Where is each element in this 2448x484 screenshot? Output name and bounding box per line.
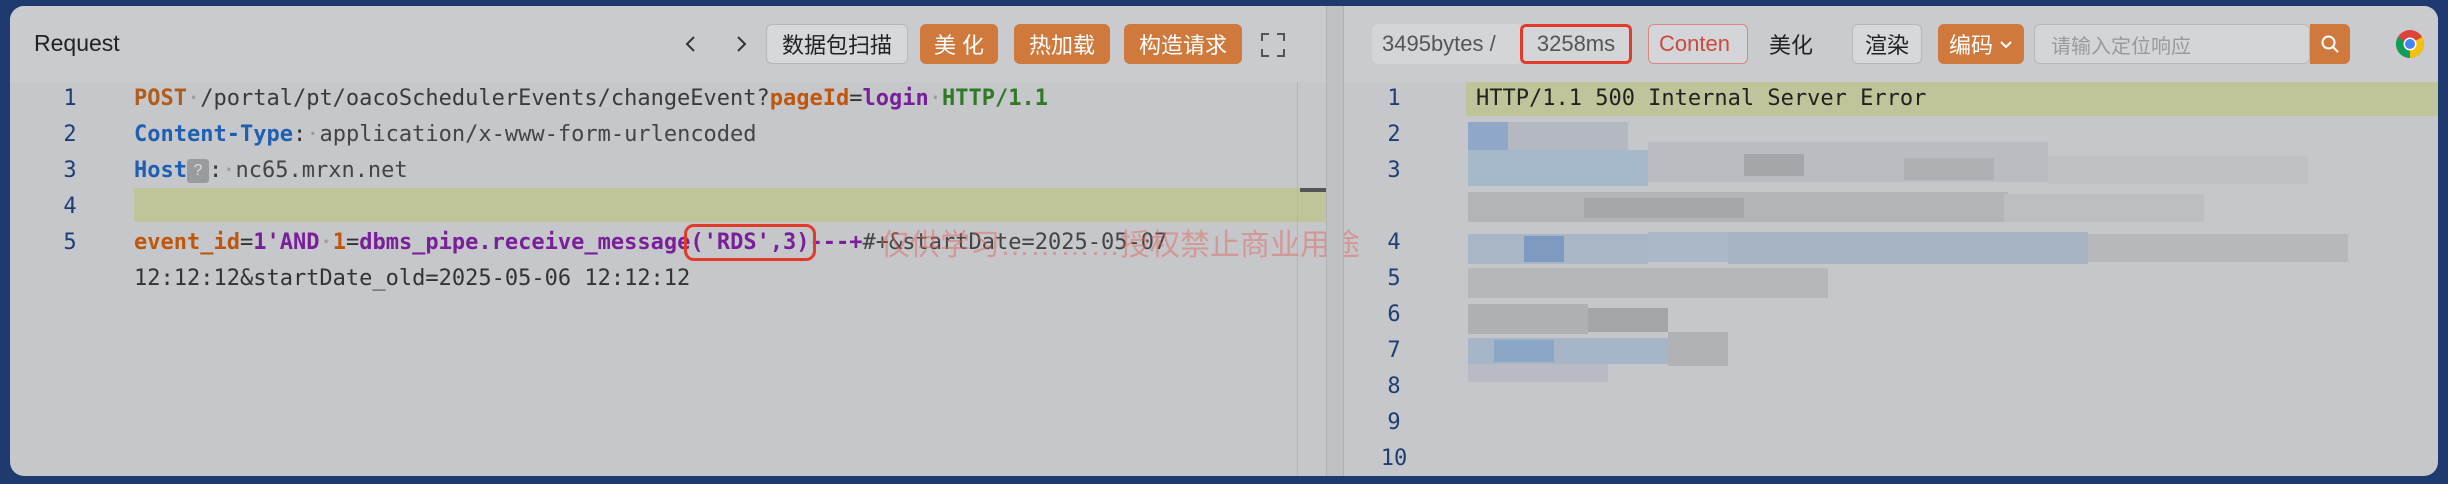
beautify-button[interactable]: 美 化 <box>920 24 998 64</box>
line-number: 9 <box>1387 410 1401 435</box>
response-panel: 3495bytes / 3258ms Conten 美化 渲染 编码 请输入定位… <box>1344 6 2438 476</box>
header-name: Host <box>134 158 187 183</box>
http-method: POST <box>134 86 187 111</box>
encode-dropdown[interactable]: 编码 <box>1938 24 2024 64</box>
line-number: 1 <box>63 86 77 111</box>
response-viewer[interactable]: 1 2 3 4 5 6 7 8 9 10 HTTP/1.1 500 Intern… <box>1344 82 2438 476</box>
param-name: pageId <box>769 86 850 111</box>
render-button[interactable]: 渲染 <box>1852 24 1922 64</box>
colon: : <box>208 158 223 183</box>
header-line: Content-Type:·application/x-www-form-url… <box>134 122 757 147</box>
back-button[interactable] <box>674 26 708 62</box>
line-number: 4 <box>63 194 77 219</box>
request-line: POST·/portal/pt/oacoSchedulerEvents/chan… <box>134 86 1048 111</box>
response-status-line: HTTP/1.1 500 Internal Server Error <box>1476 86 1927 111</box>
http-version: HTTP/1.1 <box>942 86 1048 111</box>
param-value: login <box>862 86 929 111</box>
line-number: 2 <box>1387 122 1401 147</box>
build-request-button[interactable]: 构造请求 <box>1124 24 1242 64</box>
packet-scan-button[interactable]: 数据包扫描 <box>766 24 908 64</box>
current-line-highlight <box>134 188 1326 222</box>
param-name: 1 <box>332 230 346 255</box>
line-number: 3 <box>1387 158 1401 183</box>
line-number: 4 <box>1387 230 1401 255</box>
line-number: 8 <box>1387 374 1401 399</box>
response-toolbar: 3495bytes / 3258ms Conten 美化 渲染 编码 请输入定位… <box>1344 6 2438 82</box>
hot-load-button[interactable]: 热加载 <box>1014 24 1110 64</box>
request-toolbar: Request 数据包扫描 美 化 热加载 构造请求 <box>10 6 1326 82</box>
request-path: /portal/pt/oacoSchedulerEvents/changeEve… <box>200 86 770 111</box>
search-icon <box>2321 35 2339 53</box>
line-number: 5 <box>1387 266 1401 291</box>
header-name: Content-Type <box>134 122 293 147</box>
encode-label: 编码 <box>1948 33 1993 58</box>
search-button[interactable] <box>2310 24 2350 64</box>
chevron-left-icon <box>685 36 695 52</box>
panel-resize-handle[interactable] <box>1326 6 1344 476</box>
help-icon[interactable]: ? <box>186 159 209 183</box>
response-time: 3258ms <box>1520 24 1632 64</box>
line-number: 10 <box>1380 446 1408 471</box>
param-value: 1'AND <box>253 230 320 255</box>
line-number: 7 <box>1387 338 1401 363</box>
equals-sign: = <box>849 86 863 111</box>
scroll-marker <box>1300 188 1326 192</box>
header-line: Host?:·nc65.mrxn.net <box>134 158 408 183</box>
param-name: event_id <box>134 230 240 255</box>
expand-icon[interactable] <box>1260 32 1286 58</box>
highlighted-args: ('RDS',3) <box>684 224 816 261</box>
response-search-input[interactable]: 请输入定位响应 <box>2034 24 2310 64</box>
sql-function: dbms_pipe.receive_message <box>359 230 691 255</box>
watermark: 仅供学习…………授权禁止商业用途 <box>880 229 1360 262</box>
line-number: 1 <box>1387 86 1401 111</box>
beautify-button[interactable]: 美化 <box>1756 24 1826 64</box>
tab-content[interactable]: Conten <box>1648 24 1748 64</box>
editor-gutter-divider <box>1297 82 1298 476</box>
sql-comment: ---+ <box>809 230 863 255</box>
equals-sign: = <box>239 230 254 255</box>
chrome-icon[interactable] <box>2394 28 2426 60</box>
request-title: Request <box>34 30 120 56</box>
app-window: Request 数据包扫描 美 化 热加载 构造请求 1 2 3 4 5 POS… <box>10 6 2438 476</box>
chevron-down-icon <box>2000 41 2012 49</box>
line-number: 6 <box>1387 302 1401 327</box>
header-value: nc65.mrxn.net <box>235 158 408 183</box>
response-size: 3495bytes / <box>1372 24 1522 64</box>
chevron-right-icon <box>737 36 747 52</box>
request-panel: Request 数据包扫描 美 化 热加载 构造请求 1 2 3 4 5 POS… <box>10 6 1360 476</box>
equals-sign: = <box>345 230 360 255</box>
line-number: 2 <box>63 122 77 147</box>
line-number: 5 <box>63 230 77 255</box>
request-editor[interactable]: 1 2 3 4 5 POST·/portal/pt/oacoSchedulerE… <box>10 82 1360 476</box>
forward-button[interactable] <box>724 26 758 62</box>
header-value: application/x-www-form-urlencoded <box>319 122 757 147</box>
colon: : <box>292 122 307 147</box>
line-number: 3 <box>63 158 77 183</box>
body-line-wrap: 12:12:12&startDate_old=2025-05-06 12:12:… <box>134 266 691 291</box>
